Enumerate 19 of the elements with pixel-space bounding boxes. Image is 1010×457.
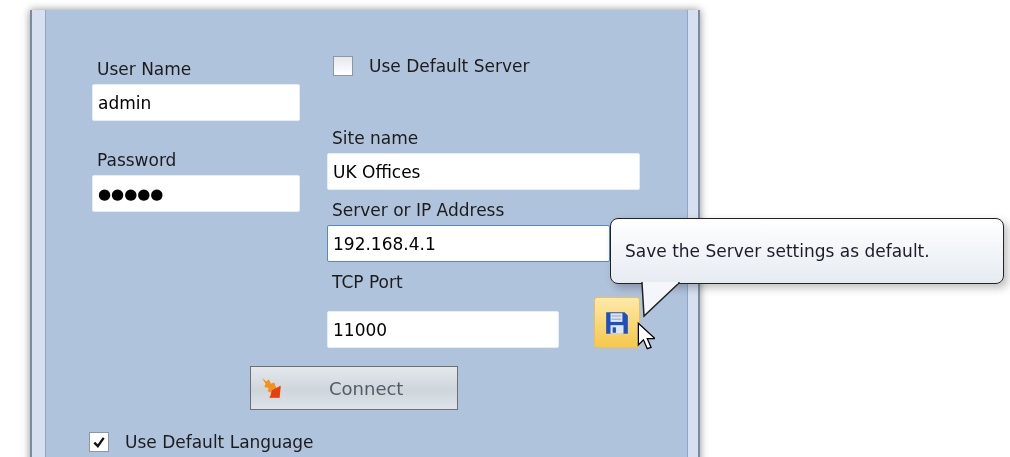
save-button[interactable] (593, 297, 640, 348)
checkbox[interactable] (333, 56, 353, 76)
user-name-field[interactable]: admin (92, 84, 300, 121)
field-label: User Name (96, 58, 193, 80)
field-label: Site name (331, 127, 420, 149)
port-field[interactable]: 11000 (327, 311, 559, 348)
connect-button[interactable]: Connect (250, 366, 458, 410)
password-field[interactable]: ●●●●● (92, 175, 300, 212)
address-field[interactable]: 192.168.4.1 (327, 225, 610, 262)
field-label: TCP Port (331, 271, 404, 293)
mouse-pointer-icon (637, 322, 655, 350)
check-mark-icon (92, 435, 106, 449)
field-label: Password (96, 149, 178, 171)
field-label: Server or IP Address (331, 199, 506, 221)
checkbox-label: Use Default Language (125, 432, 314, 452)
checkbox[interactable] (89, 432, 109, 452)
checkbox-label: Use Default Server (369, 56, 530, 76)
site-name-field[interactable]: UK Offices (327, 153, 640, 190)
tooltip-text: Save the Server settings as default. (625, 241, 930, 261)
